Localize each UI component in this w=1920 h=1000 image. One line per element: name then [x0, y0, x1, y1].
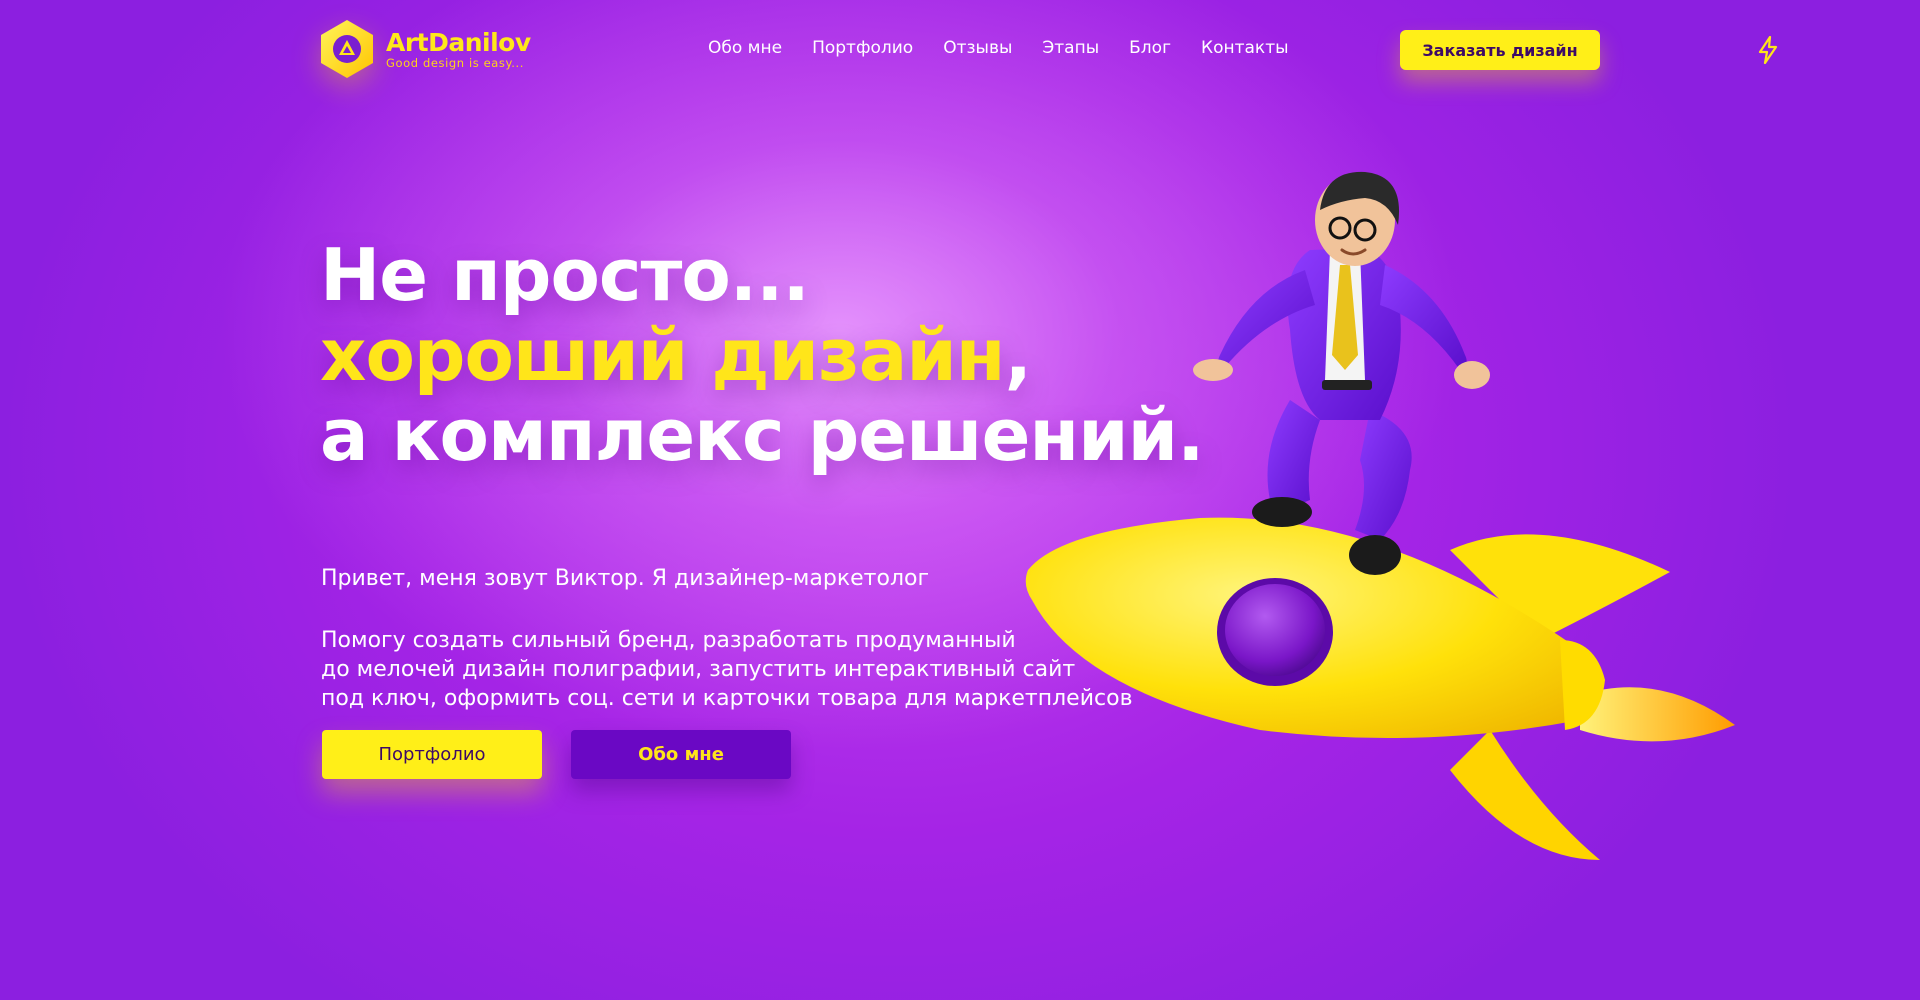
hero-description-line: под ключ, оформить соц. сети и карточки … — [321, 686, 1133, 711]
logo-name: ArtDanilov — [386, 27, 531, 57]
menu-item-about[interactable]: Обо мне — [708, 38, 782, 58]
menu-item-blog[interactable]: Блог — [1129, 38, 1171, 58]
main-menu: Обо мне Портфолио Отзывы Этапы Блог Конт… — [708, 38, 1319, 58]
man-right-shoe — [1349, 535, 1401, 575]
man-right-hand — [1454, 361, 1490, 389]
rocket-flame — [1580, 687, 1735, 742]
menu-item-portfolio[interactable]: Портфолио — [812, 38, 913, 58]
man-left-shoe — [1252, 497, 1312, 527]
man-left-leg — [1267, 400, 1320, 512]
rocket-porthole — [1225, 584, 1325, 676]
menu-item-contacts[interactable]: Контакты — [1201, 38, 1289, 58]
site-logo[interactable]: ArtDanilov Good design is easy... — [318, 18, 531, 80]
rocket-fin-bottom — [1450, 730, 1600, 860]
menu-item-reviews[interactable]: Отзывы — [943, 38, 1012, 58]
about-me-button[interactable]: Обо мне — [571, 730, 791, 779]
logo-tagline: Good design is easy... — [386, 55, 525, 70]
lightning-icon[interactable] — [1756, 36, 1780, 64]
hexagon-logo-icon — [321, 20, 373, 78]
logo-text: ArtDanilov Good design is easy... — [386, 27, 531, 70]
man-riding-rocket-illustration — [1025, 171, 1735, 860]
hero-description: Помогу создать сильный бренд, разработат… — [321, 626, 1133, 713]
order-design-button[interactable]: Заказать дизайн — [1400, 30, 1600, 70]
hero-intro: Привет, меня зовут Виктор. Я дизайнер-ма… — [321, 566, 930, 591]
hero-description-line: до мелочей дизайн полиграфии, запустить … — [321, 657, 1076, 682]
menu-item-stages[interactable]: Этапы — [1042, 38, 1099, 58]
man-right-leg — [1355, 410, 1412, 540]
man-left-hand — [1193, 359, 1233, 381]
portfolio-button[interactable]: Портфолио — [322, 730, 542, 779]
hero-title-highlight: хороший дизайн — [320, 313, 1006, 397]
site-header: ArtDanilov Good design is easy... Обо мн… — [0, 0, 1920, 100]
man-belt — [1322, 380, 1372, 390]
hero-description-line: Помогу создать сильный бренд, разработат… — [321, 628, 1016, 653]
